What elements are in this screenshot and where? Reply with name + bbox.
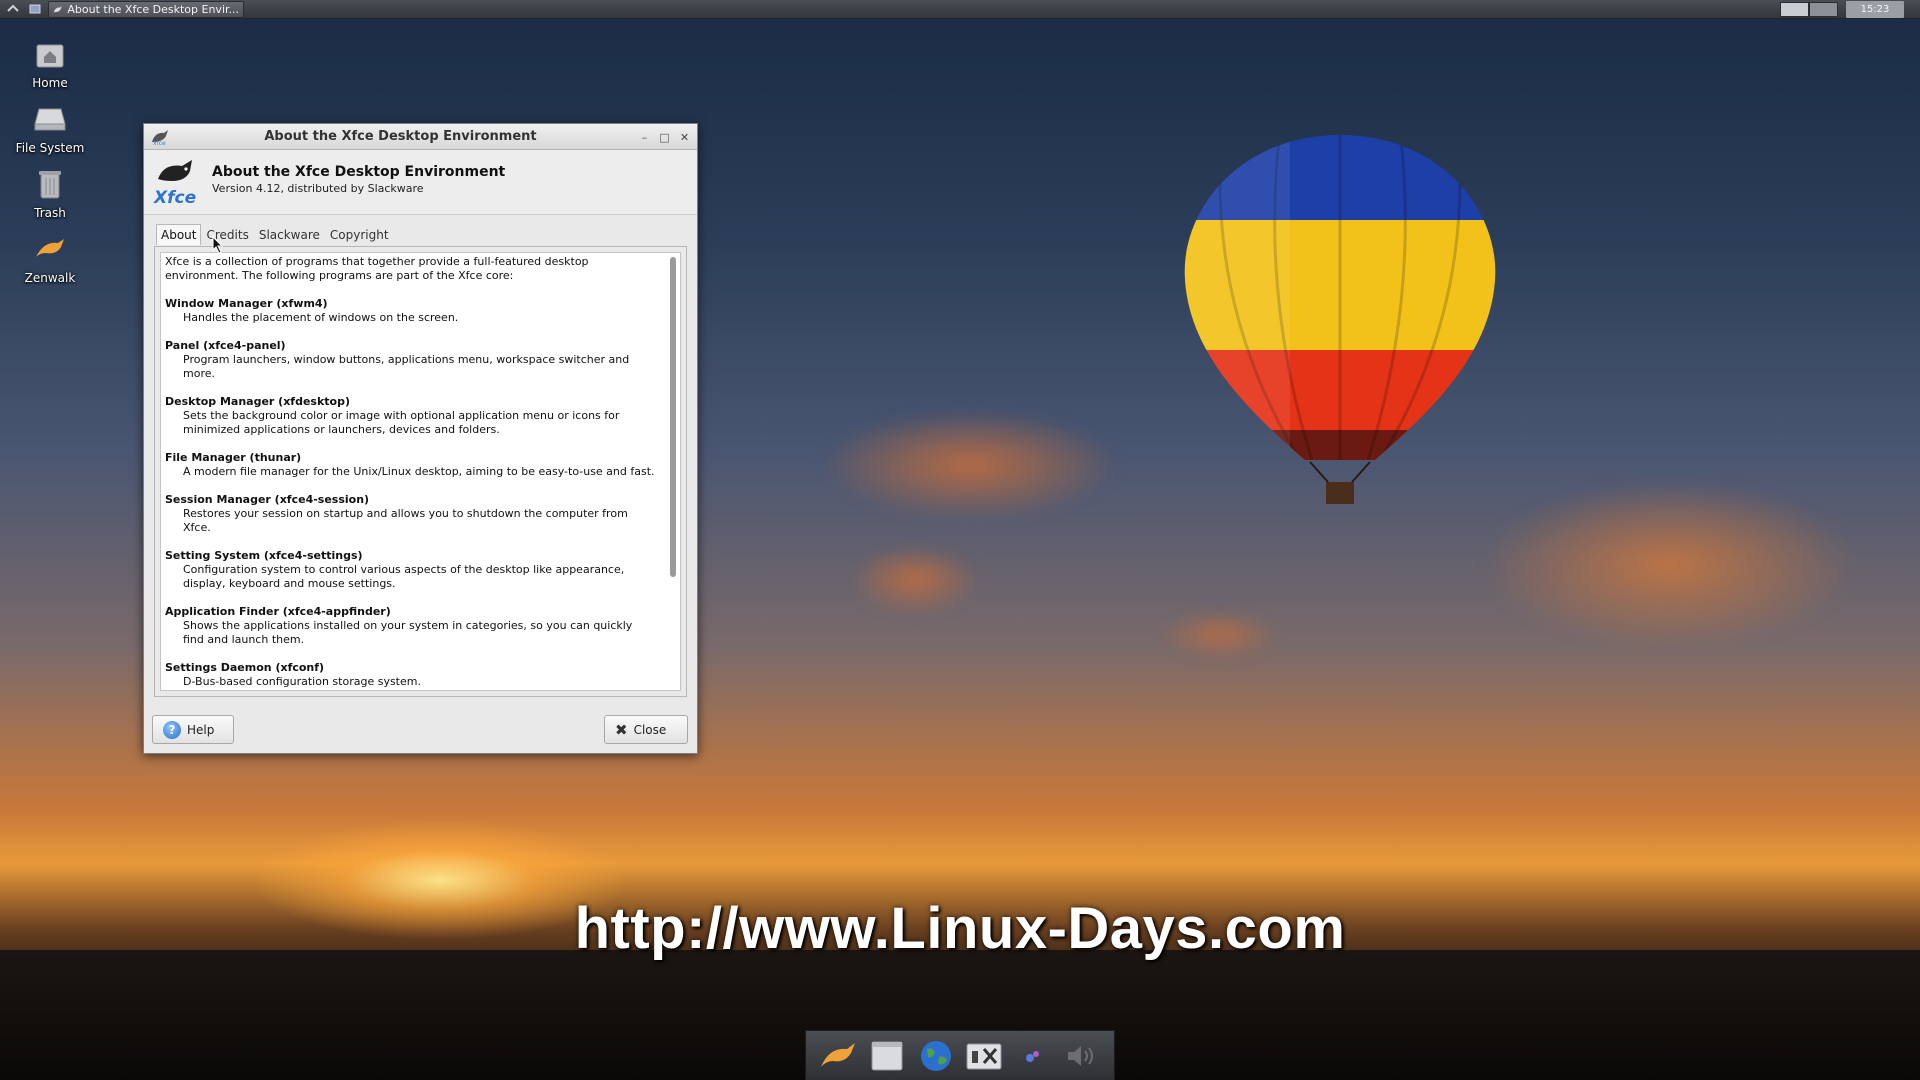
svg-text:Xfce: Xfce [153,188,196,207]
dialog-heading: About the Xfce Desktop Environment [212,163,506,180]
workspace-1[interactable] [1780,1,1809,17]
drive-icon [34,103,66,135]
vertical-scrollbar[interactable] [670,257,676,690]
component-description: A modern file manager for the Unix/Linux… [183,465,655,478]
balloon-basket [1326,482,1354,504]
list-item: Settings Daemon (xfconf) D-Bus-based con… [165,661,656,689]
desktop-icon-label: Zenwalk [24,271,76,285]
maximize-icon: □ [659,130,670,144]
component-description: Sets the background color or image with … [183,409,620,436]
tab-bar: About Credits Slackware Copyright [156,224,394,245]
version-text: Version 4.12, distributed by Slackware [212,181,424,195]
desktop-icon-label: Trash [34,206,66,220]
component-description: Handles the placement of windows on the … [183,311,459,324]
cloud [850,545,980,615]
network-icon[interactable] [1014,1037,1052,1075]
list-item: Setting System (xfce4-settings) Configur… [165,549,656,591]
component-description: Restores your session on startup and all… [183,507,628,534]
desktop-icon-zenwalk[interactable]: Zenwalk [10,233,90,285]
settings-manager-icon[interactable] [965,1037,1003,1075]
task-title: About the Xfce Desktop Envir... [67,2,239,16]
component-description: D-Bus-based configuration storage system… [183,675,421,688]
desktop-icon-trash[interactable]: Trash [10,168,90,220]
desktop-icon-home[interactable]: Home [10,38,90,90]
desktop-icon-label: Home [32,76,68,90]
tab-credits[interactable]: Credits [201,224,253,245]
tab-copyright[interactable]: Copyright [325,224,394,245]
tab-about[interactable]: About [156,224,202,245]
mouse-cursor-icon [212,236,224,254]
component-name: Panel (xfce4-panel) [165,339,286,352]
svg-text:xfce: xfce [153,140,166,146]
component-name: File Manager (thunar) [165,451,302,464]
web-browser-icon[interactable] [917,1037,955,1075]
close-icon: ✖ [615,720,628,739]
top-panel: About the Xfce Desktop Envir... 15:23 [0,0,1920,19]
close-window-button[interactable]: ✕ [676,129,693,145]
trash-icon [34,168,66,200]
xfce-mouse-icon [53,5,62,12]
window-title: About the Xfce Desktop Environment [264,129,537,144]
list-item: Desktop Manager (xfdesktop) Sets the bac… [165,395,656,437]
list-item: Window Manager (xfwm4) Handles the place… [165,297,656,325]
xfce-logo-icon: Xfce [152,157,204,208]
component-name: Settings Daemon (xfconf) [165,661,325,674]
bottom-dock [805,1030,1115,1080]
component-description: Shows the applications installed on your… [183,619,633,646]
list-item: File Manager (thunar) A modern file mana… [165,451,656,479]
component-name: Setting System (xfce4-settings) [165,549,363,562]
cloud [1160,610,1280,660]
component-name: Desktop Manager (xfdesktop) [165,395,351,408]
list-item: Application Finder (xfce4-appfinder) Sho… [165,605,656,647]
dialog-header: Xfce About the Xfce Desktop Environment … [144,150,697,215]
list-item: Session Manager (xfce4-session) Restores… [165,493,656,535]
xfce-mouse-icon: xfce [152,130,168,146]
window-titlebar[interactable]: xfce About the Xfce Desktop Environment … [144,124,697,150]
component-name: Application Finder (xfce4-appfinder) [165,605,391,618]
clock[interactable]: 15:23 [1846,0,1904,18]
help-button[interactable]: ? Help [152,715,234,744]
close-icon: ✕ [679,130,690,144]
desktop-icon-label: File System [15,141,85,155]
help-button-label: Help [187,722,215,737]
tab-slackware[interactable]: Slackware [254,224,325,245]
component-description: Program launchers, window buttons, appli… [183,353,630,380]
scrollbar-thumb[interactable] [670,257,676,577]
intro-text: Xfce is a collection of programs that to… [165,255,589,282]
component-name: Session Manager (xfce4-session) [165,493,370,506]
taskbar-button-about-xfce[interactable]: About the Xfce Desktop Envir... [48,0,244,18]
home-folder-icon [34,38,66,70]
file-manager-icon[interactable] [868,1037,906,1075]
help-icon: ? [163,720,181,739]
about-tab-panel: Xfce is a collection of programs that to… [154,246,687,697]
close-button-label: Close [633,722,667,737]
maximize-button[interactable]: □ [656,129,673,145]
minimize-icon: – [641,130,648,144]
about-text-view[interactable]: Xfce is a collection of programs that to… [160,252,681,691]
component-description: Configuration system to control various … [183,563,625,590]
zenwalk-dolphin-icon[interactable] [819,1037,857,1075]
cloud [820,410,1120,520]
mouse-menu-icon[interactable] [4,1,22,18]
about-xfce-window: xfce About the Xfce Desktop Environment … [143,123,698,754]
hot-air-balloon [1184,135,1496,504]
volume-icon[interactable] [1063,1037,1101,1075]
workspace-2[interactable] [1809,1,1838,17]
list-item: Panel (xfce4-panel) Program launchers, w… [165,339,656,381]
minimize-button[interactable]: – [636,129,653,145]
watermark-url: http://www.Linux-Days.com [574,896,1346,961]
zenwalk-dolphin-icon [34,233,66,265]
window-list-icon[interactable] [26,1,44,18]
workspace-switcher[interactable] [1780,1,1838,17]
cloud [1480,480,1860,650]
desktop-icon-file-system[interactable]: File System [10,103,90,155]
component-name: Window Manager (xfwm4) [165,297,328,310]
close-button[interactable]: ✖ Close [604,715,688,744]
